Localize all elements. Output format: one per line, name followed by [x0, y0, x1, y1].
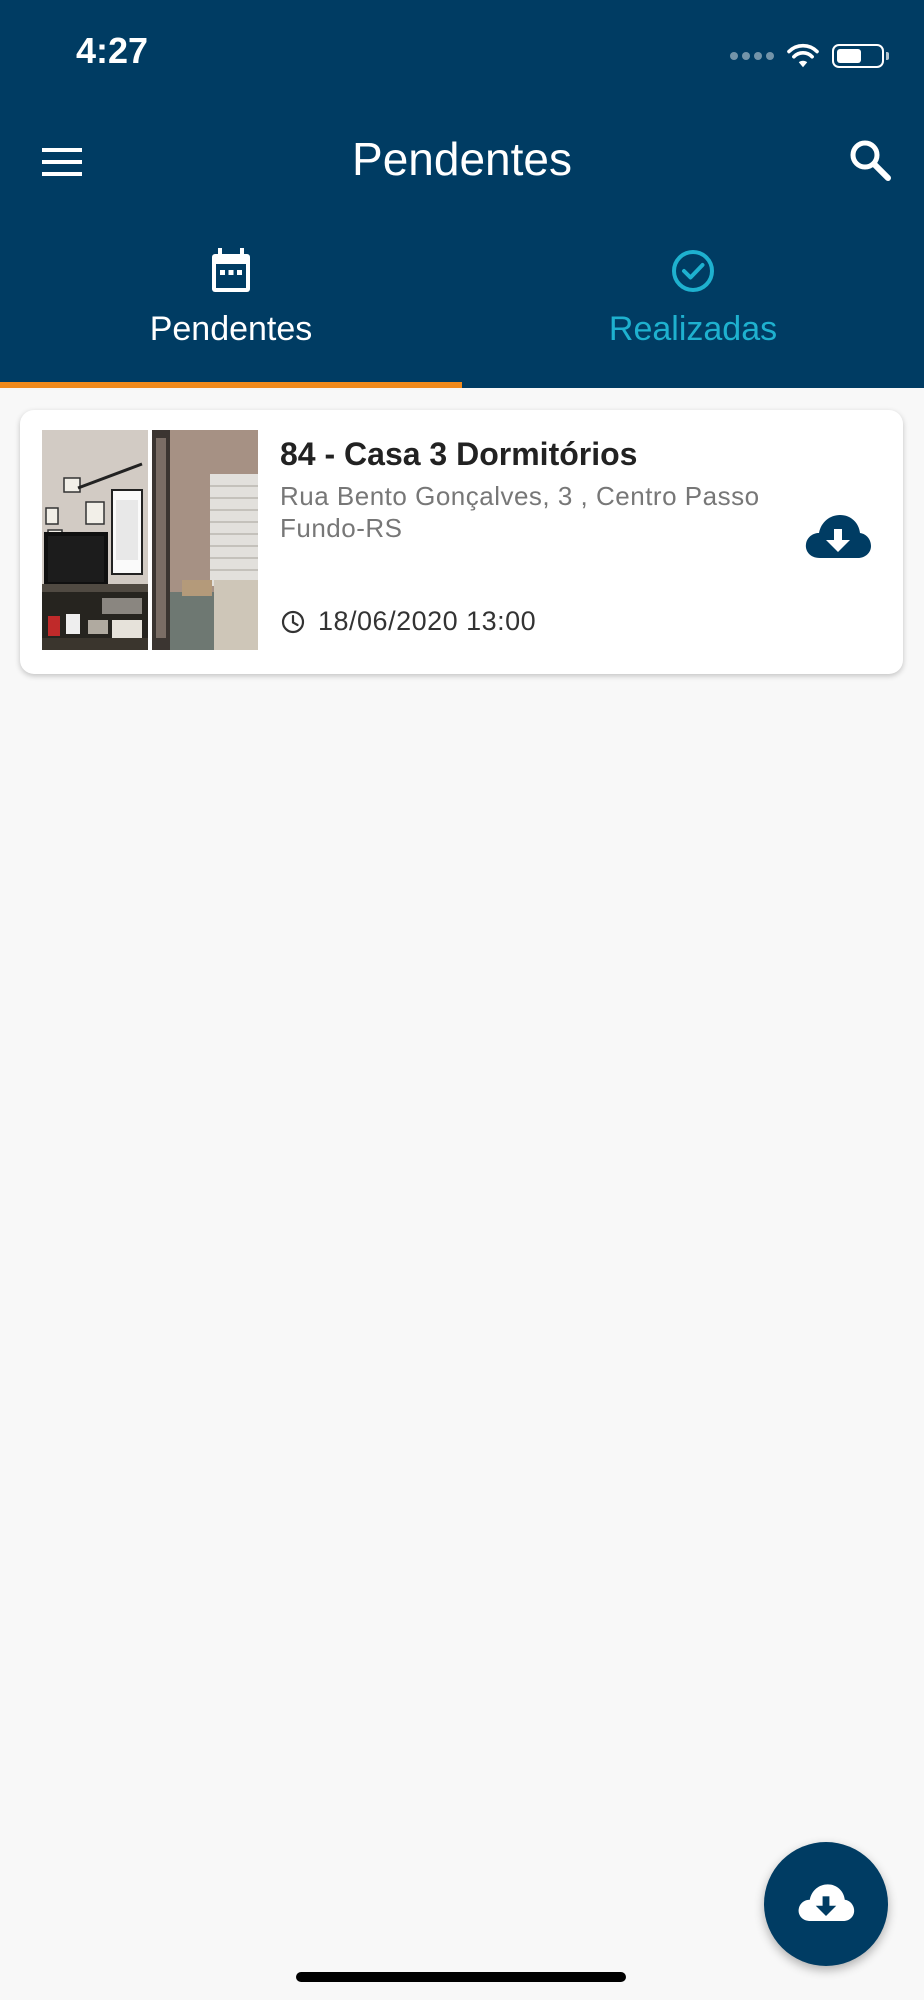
tab-pendentes[interactable]: Pendentes [0, 240, 462, 388]
property-photo-bedroom [152, 430, 258, 650]
inspection-card[interactable]: 84 - Casa 3 Dormitórios Rua Bento Gonçal… [20, 410, 903, 674]
cloud-download-icon [798, 1884, 855, 1922]
status-time: 4:27 [76, 30, 149, 71]
tab-realizadas-label: Realizadas [608, 310, 778, 348]
signal-icon [730, 52, 774, 60]
cloud-download-icon [805, 515, 871, 558]
calendar-icon [212, 248, 250, 292]
page-title: Pendentes [352, 133, 572, 185]
card-download-button[interactable] [804, 510, 872, 566]
card-datetime: 18/06/2020 13:00 [318, 606, 537, 636]
card-title: 84 - Casa 3 Dormitórios [280, 436, 638, 472]
search-button[interactable] [846, 136, 894, 184]
clock-icon [281, 610, 305, 633]
search-icon [850, 140, 891, 181]
card-address: Rua Bento Gonçalves, 3 , Centro Passo Fu… [280, 481, 760, 543]
tab-pendentes-label: Pendentes [149, 310, 313, 348]
active-tab-indicator [0, 382, 462, 388]
tab-realizadas[interactable]: Realizadas [462, 240, 924, 388]
property-photo-living-room [42, 430, 148, 650]
wifi-icon [787, 43, 819, 68]
home-indicator [296, 1972, 626, 1982]
card-datetime-row: 18/06/2020 13:00 [280, 606, 536, 637]
check-circle-icon [672, 250, 714, 292]
battery-icon [832, 44, 889, 68]
status-indicators [730, 38, 889, 74]
fab-download-button[interactable] [764, 1842, 888, 1966]
app-header: 4:27 Pendentes Pendentes Realizadas [0, 0, 924, 388]
